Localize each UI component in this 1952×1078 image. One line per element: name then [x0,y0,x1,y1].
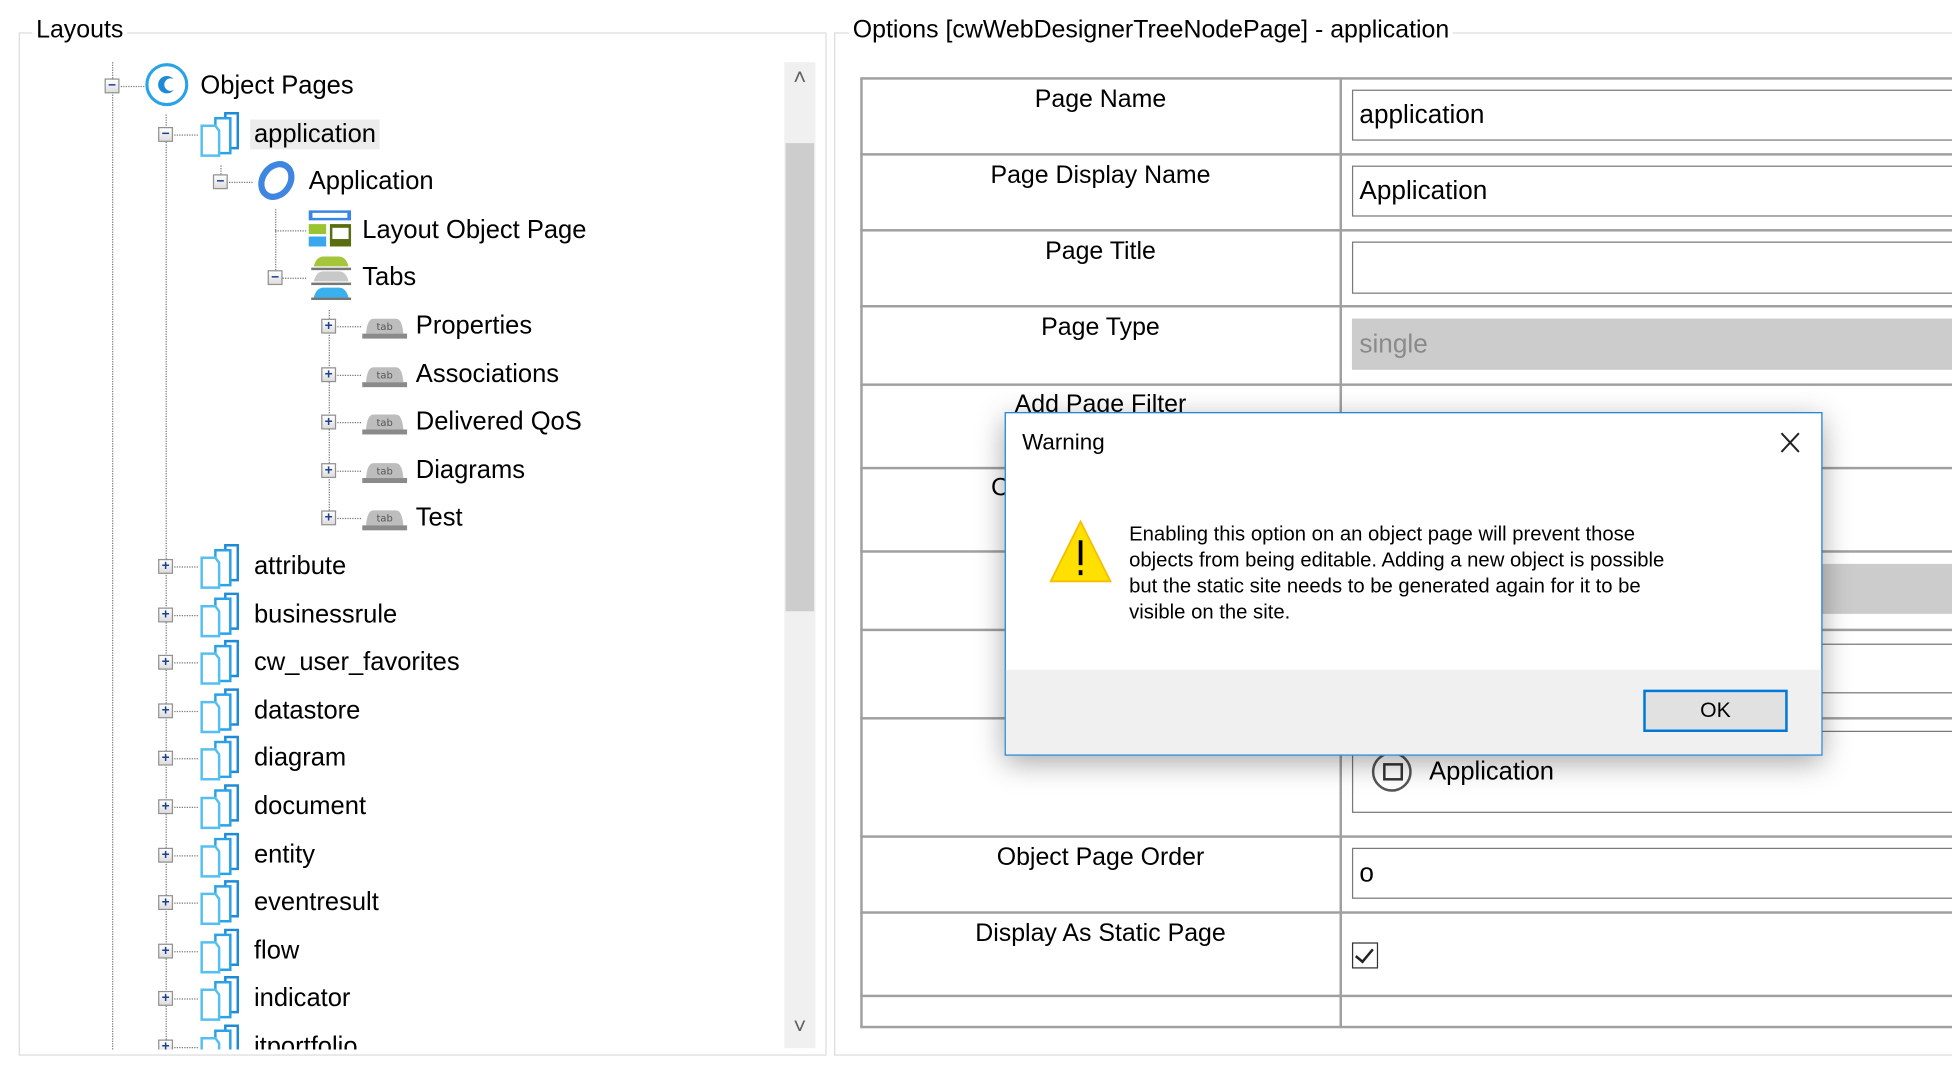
display-as-static-page-checkbox[interactable] [1351,942,1379,969]
page-title-input[interactable] [1351,241,1952,294]
page-title-label: Page Title [1045,237,1156,266]
warning-icon [1049,519,1112,583]
ok-button[interactable]: OK [1643,689,1788,733]
row-divider [860,153,1952,156]
page-type-label: Page Type [1041,313,1160,342]
row-divider [860,835,1952,838]
message-line: Enabling this option on an object page w… [1129,522,1636,546]
page-display-name-input[interactable]: Application [1351,165,1952,217]
row-divider [860,383,1952,386]
close-button[interactable] [1771,426,1808,461]
dialog-title: Warning [1022,429,1105,455]
close-icon [1780,432,1800,453]
dialog-footer: OK [1005,669,1822,755]
object-type-value: Application [1429,756,1555,786]
page-type-select: single [1351,318,1952,370]
message-line: objects from being editable. Adding a ne… [1129,549,1665,572]
message-line: but the static site needs to be generate… [1129,575,1641,598]
object-page-order-label: Object Page Order [996,844,1205,872]
message-line: visible on the site. [1129,601,1291,624]
row-divider [860,1025,1952,1029]
row-divider [860,305,1952,308]
row-divider [860,229,1952,232]
object-page-order-input[interactable]: o [1351,847,1952,899]
page-name-label: Page Name [1034,85,1167,114]
dialog-message: Enabling this option on an object page w… [1129,522,1664,627]
row-divider [860,911,1952,914]
object-type-icon [1371,751,1412,792]
warning-dialog: Warning Enabling this option on an objec… [1004,412,1823,756]
row-divider [860,994,1952,998]
display-as-static-page-label: Display As Static Page [975,919,1226,948]
page-name-input[interactable]: application [1351,89,1952,141]
page-display-name-label: Page Display Name [990,161,1211,190]
row-divider [860,77,1952,80]
checkmark-icon [1354,943,1374,964]
